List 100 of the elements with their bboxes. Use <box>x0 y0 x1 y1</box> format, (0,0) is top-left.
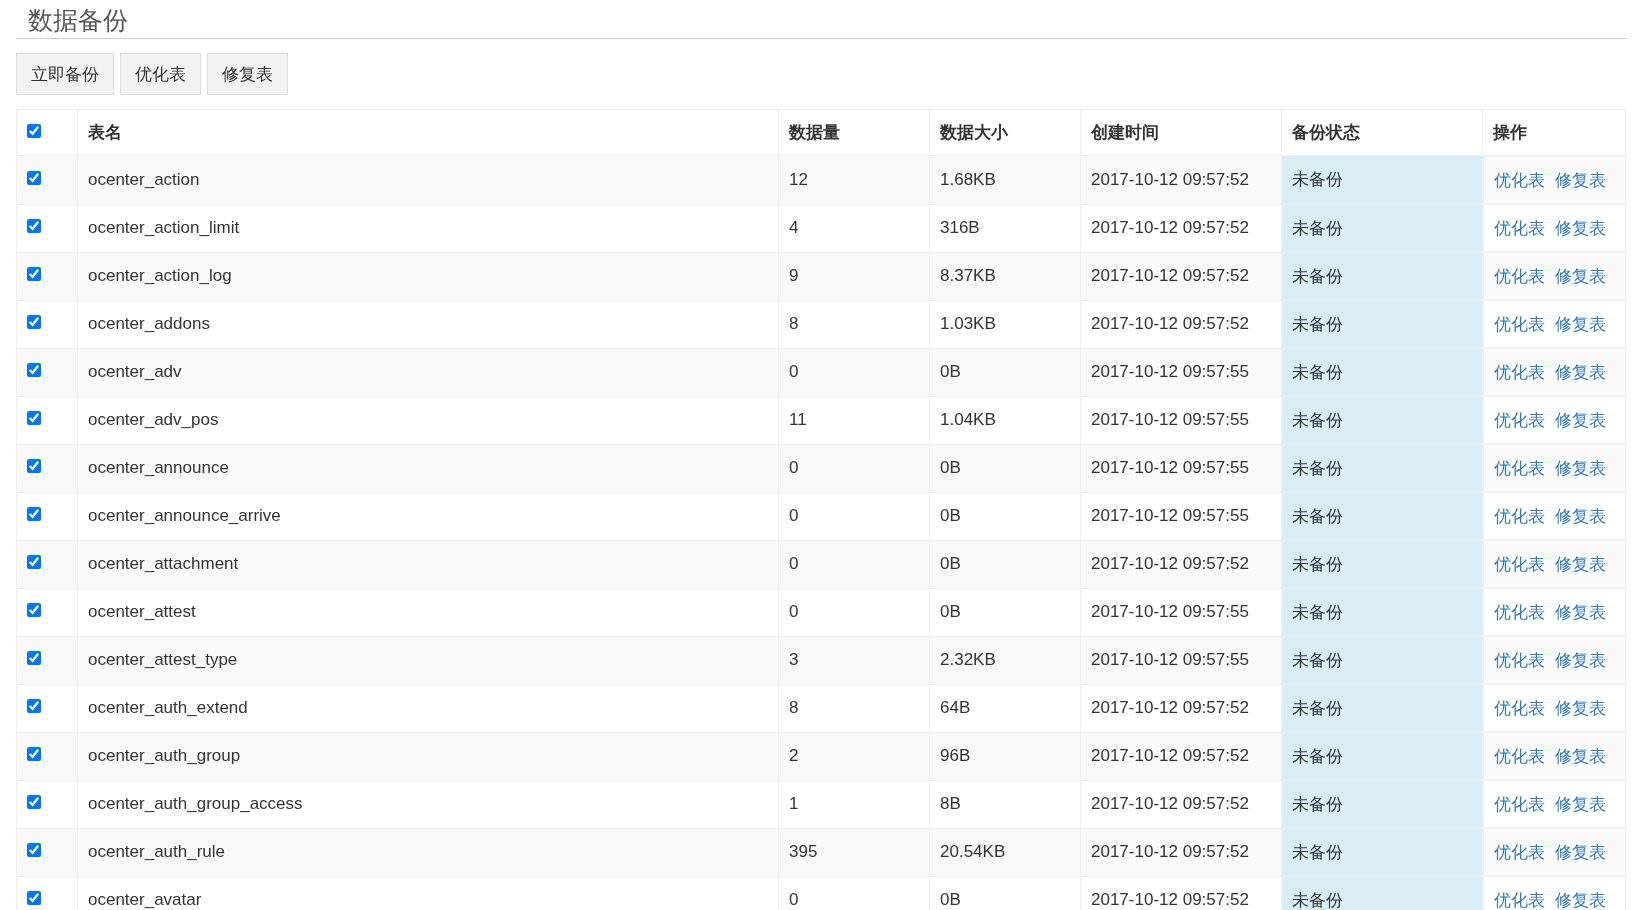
table-cell: 2017-10-12 09:57:55 <box>1080 396 1282 444</box>
table-cell: 2.32KB <box>929 636 1081 684</box>
table-cell: 4 <box>778 204 930 252</box>
row-checkbox[interactable] <box>27 603 41 617</box>
table-cell: 2017-10-12 09:57:52 <box>1080 204 1282 252</box>
row-checkbox[interactable] <box>27 843 41 857</box>
row-checkbox[interactable] <box>27 555 41 569</box>
table-cell: 11 <box>778 396 930 444</box>
action-link[interactable]: 修复表 <box>1555 888 1606 910</box>
toolbar-button[interactable]: 优化表 <box>120 53 201 95</box>
action-link[interactable]: 修复表 <box>1555 840 1606 864</box>
table-cell: 3 <box>778 636 930 684</box>
table-cell: 1.04KB <box>929 396 1081 444</box>
action-link[interactable]: 修复表 <box>1555 312 1606 336</box>
action-link[interactable]: 修复表 <box>1555 552 1606 576</box>
table-cell: 8 <box>778 684 930 732</box>
table-cell: 2017-10-12 09:57:55 <box>1080 636 1282 684</box>
table-cell: ocenter_adv <box>77 348 779 396</box>
table-cell: ocenter_auth_group_access <box>77 780 779 828</box>
row-checkbox[interactable] <box>27 459 41 473</box>
action-link[interactable]: 修复表 <box>1555 504 1606 528</box>
table-cell: 1 <box>778 780 930 828</box>
toolbar-button[interactable]: 修复表 <box>207 53 288 95</box>
action-link[interactable]: 优化表 <box>1494 600 1545 624</box>
action-link[interactable]: 修复表 <box>1555 360 1606 384</box>
action-link[interactable]: 优化表 <box>1494 888 1545 910</box>
row-checkbox[interactable] <box>27 363 41 377</box>
row-checkbox[interactable] <box>27 747 41 761</box>
table-cell: 2017-10-12 09:57:52 <box>1080 300 1282 348</box>
action-link[interactable]: 修复表 <box>1555 696 1606 720</box>
row-checkbox[interactable] <box>27 795 41 809</box>
action-link[interactable]: 优化表 <box>1494 552 1545 576</box>
action-link[interactable]: 优化表 <box>1494 312 1545 336</box>
action-link[interactable]: 优化表 <box>1494 408 1545 432</box>
action-link[interactable]: 优化表 <box>1494 504 1545 528</box>
table-cell: 316B <box>929 204 1081 252</box>
action-link[interactable]: 优化表 <box>1494 168 1545 192</box>
status-cell: 未备份 <box>1281 444 1483 492</box>
action-link[interactable]: 优化表 <box>1494 840 1545 864</box>
table-cell: 2017-10-12 09:57:55 <box>1080 444 1282 492</box>
row-checkbox[interactable] <box>27 411 41 425</box>
action-link[interactable]: 修复表 <box>1555 456 1606 480</box>
row-checkbox[interactable] <box>27 267 41 281</box>
action-link[interactable]: 修复表 <box>1555 216 1606 240</box>
table-cell: 8 <box>778 300 930 348</box>
table-cell: 395 <box>778 828 930 876</box>
select-all-checkbox[interactable] <box>27 123 41 138</box>
action-link[interactable]: 优化表 <box>1494 792 1545 816</box>
table-cell: 12 <box>778 155 930 204</box>
action-link[interactable]: 优化表 <box>1494 264 1545 288</box>
table-cell: 2017-10-12 09:57:52 <box>1080 828 1282 876</box>
action-link[interactable]: 优化表 <box>1494 456 1545 480</box>
column-header: 数据量 <box>778 109 930 156</box>
action-link[interactable]: 修复表 <box>1555 264 1606 288</box>
action-link[interactable]: 修复表 <box>1555 744 1606 768</box>
table-cell: ocenter_addons <box>77 300 779 348</box>
row-checkbox[interactable] <box>27 219 41 233</box>
column-header: 备份状态 <box>1281 109 1483 156</box>
table-cell: 2017-10-12 09:57:52 <box>1080 780 1282 828</box>
status-cell: 未备份 <box>1281 588 1483 636</box>
action-link[interactable]: 优化表 <box>1494 216 1545 240</box>
row-checkbox[interactable] <box>27 891 41 905</box>
column-header: 数据大小 <box>929 109 1081 156</box>
table-cell: ocenter_auth_rule <box>77 828 779 876</box>
status-cell: 未备份 <box>1281 252 1483 300</box>
action-link[interactable]: 修复表 <box>1555 792 1606 816</box>
row-checkbox[interactable] <box>27 699 41 713</box>
table-cell: 2017-10-12 09:57:52 <box>1080 252 1282 300</box>
column-header: 表名 <box>77 109 779 156</box>
table-cell: 2017-10-12 09:57:55 <box>1080 492 1282 540</box>
table-cell: 0B <box>929 588 1081 636</box>
action-link[interactable]: 修复表 <box>1555 600 1606 624</box>
status-cell: 未备份 <box>1281 492 1483 540</box>
status-cell: 未备份 <box>1281 636 1483 684</box>
table-cell: 20.54KB <box>929 828 1081 876</box>
table-cell: ocenter_announce <box>77 444 779 492</box>
page-title: 数据备份 <box>16 0 1626 39</box>
row-checkbox[interactable] <box>27 651 41 665</box>
status-cell: 未备份 <box>1281 155 1483 204</box>
table-cell: ocenter_action_limit <box>77 204 779 252</box>
action-link[interactable]: 修复表 <box>1555 168 1606 192</box>
table-cell: ocenter_attest_type <box>77 636 779 684</box>
action-link[interactable]: 优化表 <box>1494 744 1545 768</box>
table-cell: 0B <box>929 540 1081 588</box>
toolbar-button[interactable]: 立即备份 <box>16 53 114 95</box>
row-checkbox[interactable] <box>27 507 41 521</box>
table-cell: 2017-10-12 09:57:52 <box>1080 684 1282 732</box>
status-cell: 未备份 <box>1281 828 1483 876</box>
table-cell: 1.03KB <box>929 300 1081 348</box>
column-header: 操作 <box>1482 109 1626 156</box>
status-cell: 未备份 <box>1281 204 1483 252</box>
row-checkbox[interactable] <box>27 170 41 185</box>
action-link[interactable]: 修复表 <box>1555 648 1606 672</box>
status-cell: 未备份 <box>1281 876 1483 910</box>
action-link[interactable]: 优化表 <box>1494 696 1545 720</box>
action-link[interactable]: 优化表 <box>1494 648 1545 672</box>
row-checkbox[interactable] <box>27 315 41 329</box>
action-link[interactable]: 优化表 <box>1494 360 1545 384</box>
action-link[interactable]: 修复表 <box>1555 408 1606 432</box>
table-cell: 0B <box>929 348 1081 396</box>
